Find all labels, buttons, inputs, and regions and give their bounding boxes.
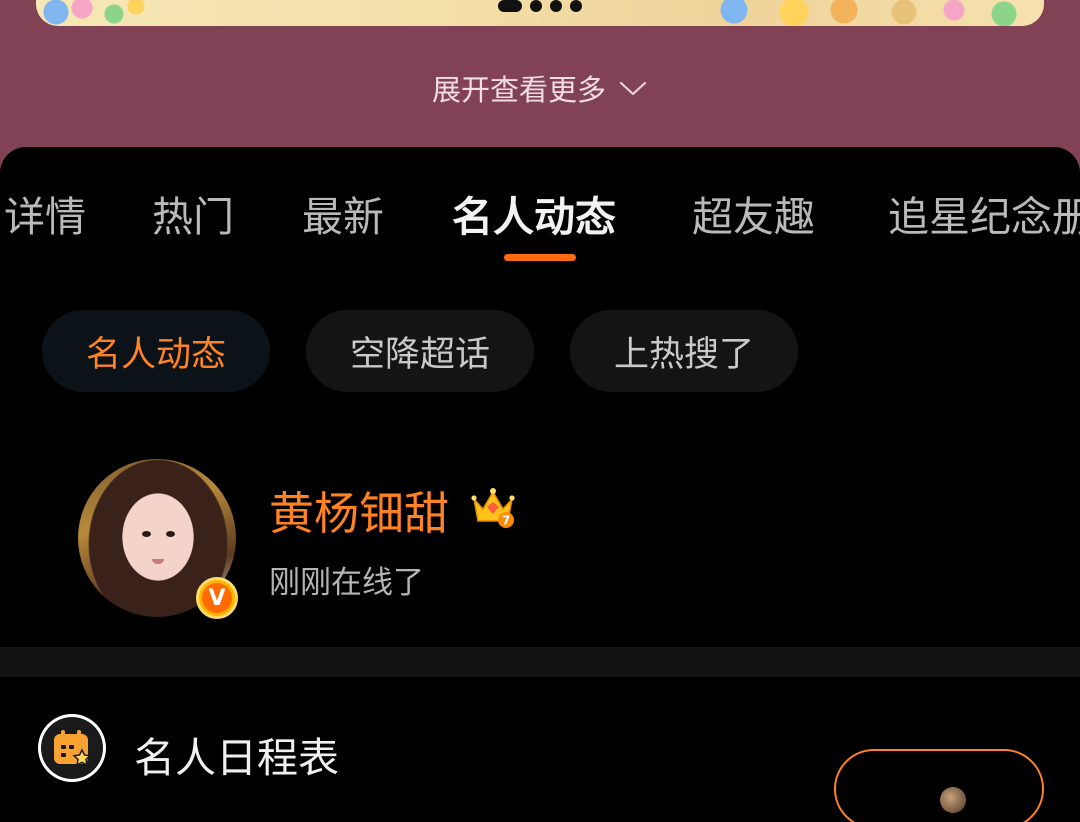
- celebrity-name[interactable]: 黄杨钿甜: [269, 477, 449, 542]
- banner-decoration-left: [36, 0, 146, 26]
- celebrity-schedule-section[interactable]: 名人日程表: [38, 714, 1044, 822]
- pager-dot: [570, 0, 582, 12]
- filter-chips: 名人动态 空降超话 上热搜了: [0, 310, 1080, 392]
- celebrity-status: 刚刚在线了: [269, 565, 424, 601]
- schedule-action-button[interactable]: [834, 749, 1044, 822]
- v-verified-icon: V: [196, 577, 238, 619]
- verified-badge-letter: V: [202, 583, 232, 613]
- tab-bar: 详情 热门 最新 名人动态 超友趣 追星纪念册: [0, 147, 1080, 277]
- tab-details[interactable]: 详情: [4, 183, 86, 243]
- button-thumbnail: [940, 787, 966, 813]
- banner-pager-dots: [498, 0, 582, 12]
- active-tab-indicator: [504, 254, 576, 261]
- pager-dot: [550, 0, 562, 12]
- calendar-glyph: [54, 730, 92, 767]
- avatar-eye: [166, 531, 175, 537]
- crown-icon: 7: [471, 488, 515, 528]
- tab-fan-fun[interactable]: 超友趣: [692, 183, 815, 243]
- chip-airdrop-topic[interactable]: 空降超话: [306, 310, 534, 392]
- avatar-eye: [142, 531, 151, 537]
- tab-hot[interactable]: 热门: [152, 183, 234, 243]
- super-topic-panel: 详情 热门 最新 名人动态 超友趣 追星纪念册 名人动态 空降超话 上热搜了 V…: [0, 147, 1080, 822]
- expand-more-button[interactable]: 展开查看更多: [0, 66, 1080, 110]
- banner-decoration-right: [704, 0, 1044, 26]
- pager-dot: [530, 0, 542, 12]
- chip-trending[interactable]: 上热搜了: [570, 310, 798, 392]
- tab-fan-memorial[interactable]: 追星纪念册: [888, 183, 1080, 243]
- tab-celebrity-updates[interactable]: 名人动态: [452, 183, 616, 243]
- chevron-down-icon: [619, 81, 647, 96]
- avatar-mouth: [152, 559, 164, 564]
- schedule-title: 名人日程表: [134, 734, 339, 782]
- celebrity-entry[interactable]: V 黄杨钿甜 7 刚刚在线了: [78, 459, 978, 619]
- tab-latest[interactable]: 最新: [302, 183, 384, 243]
- expand-more-label: 展开查看更多: [431, 73, 606, 107]
- pager-dot-active: [498, 0, 522, 12]
- calendar-star-icon: [38, 714, 106, 782]
- level-badge-number: 7: [502, 514, 510, 528]
- section-divider: [0, 647, 1080, 677]
- chip-celebrity-updates[interactable]: 名人动态: [42, 310, 270, 392]
